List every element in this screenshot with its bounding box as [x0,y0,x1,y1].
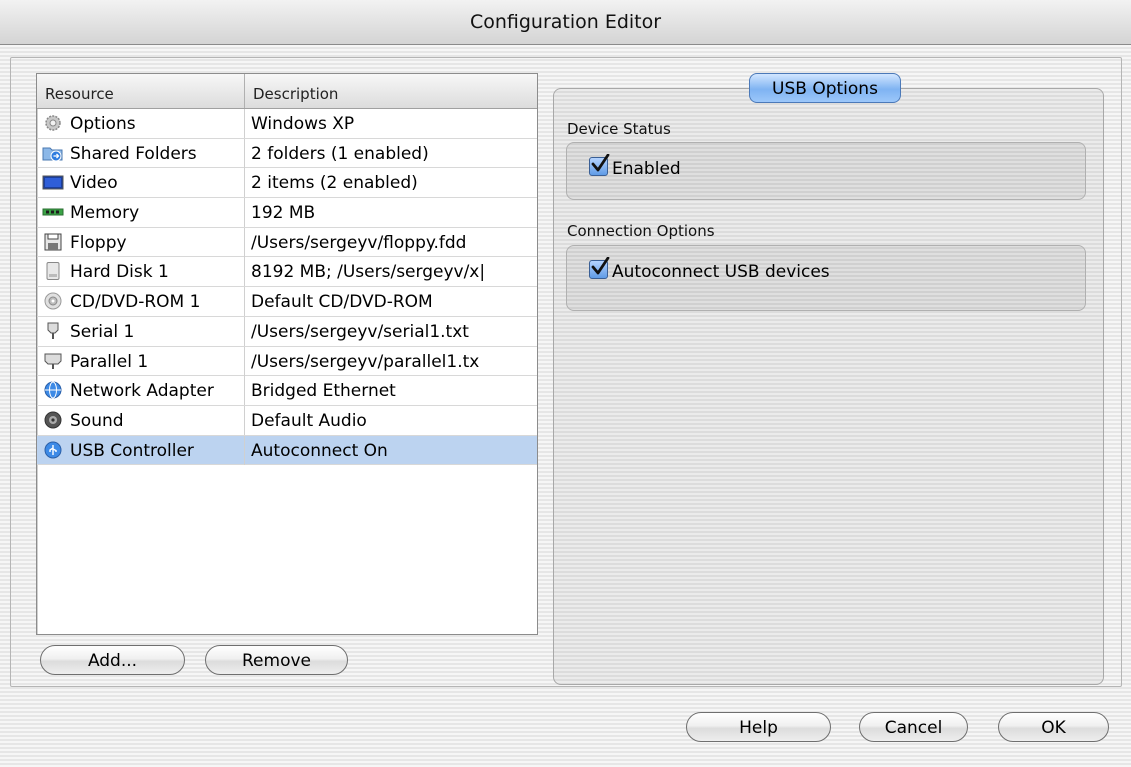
resource-cell: Memory [37,198,245,228]
resource-label: Shared Folders [70,143,197,164]
device-status-label: Device Status [567,120,671,138]
description-cell: 2 items (2 enabled) [251,173,418,194]
description-cell: 192 MB [251,203,316,224]
resource-cell: Sound [37,405,245,435]
usb-icon [42,439,64,459]
resource-cell: Floppy [37,227,245,257]
description-cell: Default Audio [251,410,367,431]
resource-label: Network Adapter [70,381,214,402]
table-row-usb-controller[interactable]: USB Controller Autoconnect On [37,435,537,466]
tab-usb-options[interactable]: USB Options [749,73,901,103]
memory-icon [42,201,64,219]
resource-label: Hard Disk 1 [70,262,169,283]
table-row-sound[interactable]: Sound Default Audio [37,405,537,436]
shared-folder-icon [42,142,64,162]
resource-cell: Parallel 1 [37,346,245,376]
ok-button[interactable]: OK [998,712,1109,742]
enabled-checkbox[interactable] [589,154,610,176]
add-button[interactable]: Add... [40,645,185,675]
resource-cell: CD/DVD-ROM 1 [37,287,245,317]
gear-icon [42,112,64,131]
table-row-shared-folders[interactable]: Shared Folders 2 folders (1 enabled) [37,138,537,169]
table-body: Options Windows XP Shared Folders 2 fold… [37,109,537,466]
table-row-options[interactable]: Options Windows XP [37,109,537,139]
resource-label: Memory [70,203,140,224]
resource-cell: Options [37,109,245,138]
autoconnect-checkbox[interactable] [589,257,610,279]
resource-label: USB Controller [70,440,194,461]
table-row-parallel[interactable]: Parallel 1 /Users/sergeyv/parallel1.tx [37,346,537,377]
network-icon [42,379,64,399]
resource-table[interactable]: Resource Description Options Windows XP … [36,73,538,635]
resource-label: CD/DVD-ROM 1 [70,292,201,313]
resource-cell: USB Controller [37,435,245,465]
resource-label: Floppy [70,232,127,253]
cancel-button[interactable]: Cancel [859,712,968,742]
help-button[interactable]: Help [686,712,831,742]
cd-icon [42,290,64,310]
table-row-memory[interactable]: Memory 192 MB [37,198,537,228]
column-header-resource[interactable]: Resource [37,74,245,108]
resource-cell: Serial 1 [37,316,245,346]
monitor-icon [42,171,64,190]
description-cell: Windows XP [251,114,355,134]
autoconnect-label: Autoconnect USB devices [612,262,830,282]
autoconnect-checkbox-row[interactable]: Autoconnect USB devices [589,257,830,283]
window-title: Configuration Editor [0,0,1131,45]
checkmark-icon [591,257,610,275]
resource-label: Parallel 1 [70,351,149,372]
description-cell: Bridged Ethernet [251,381,396,402]
description-cell: /Users/sergeyv/parallel1.tx [251,351,480,372]
enabled-checkbox-row[interactable]: Enabled [589,154,681,180]
description-cell: Default CD/DVD-ROM [251,292,433,313]
description-cell: 2 folders (1 enabled) [251,143,429,164]
connection-options-label: Connection Options [567,222,715,240]
enabled-label: Enabled [612,159,681,179]
resource-label: Options [70,114,136,134]
floppy-icon [42,231,64,251]
resource-cell: Hard Disk 1 [37,257,245,287]
resource-cell: Shared Folders [37,138,245,168]
resource-label: Sound [70,410,124,431]
table-row-serial[interactable]: Serial 1 /Users/sergeyv/serial1.txt [37,316,537,347]
table-header: Resource Description [37,74,537,109]
table-row-cd-dvd[interactable]: CD/DVD-ROM 1 Default CD/DVD-ROM [37,287,537,317]
resource-label: Serial 1 [70,321,135,342]
resource-cell: Network Adapter [37,376,245,406]
parallel-icon [42,350,64,369]
table-row-hard-disk[interactable]: Hard Disk 1 8192 MB; /Users/sergeyv/x| [37,257,537,288]
description-cell: 8192 MB; /Users/sergeyv/x| [251,262,486,283]
remove-button[interactable]: Remove [205,645,348,675]
description-cell: Autoconnect On [251,440,388,461]
column-header-description[interactable]: Description [245,74,537,108]
resource-label: Video [70,173,118,194]
description-cell: /Users/sergeyv/floppy.fdd [251,232,467,253]
table-row-floppy[interactable]: Floppy /Users/sergeyv/floppy.fdd [37,227,537,258]
description-cell: /Users/sergeyv/serial1.txt [251,321,469,342]
serial-icon [42,320,64,339]
table-row-network-adapter[interactable]: Network Adapter Bridged Ethernet [37,376,537,406]
resource-cell: Video [37,168,245,198]
table-row-video[interactable]: Video 2 items (2 enabled) [37,168,537,199]
hard-disk-icon [42,260,64,281]
checkmark-icon [591,154,610,172]
speaker-icon [42,409,64,429]
